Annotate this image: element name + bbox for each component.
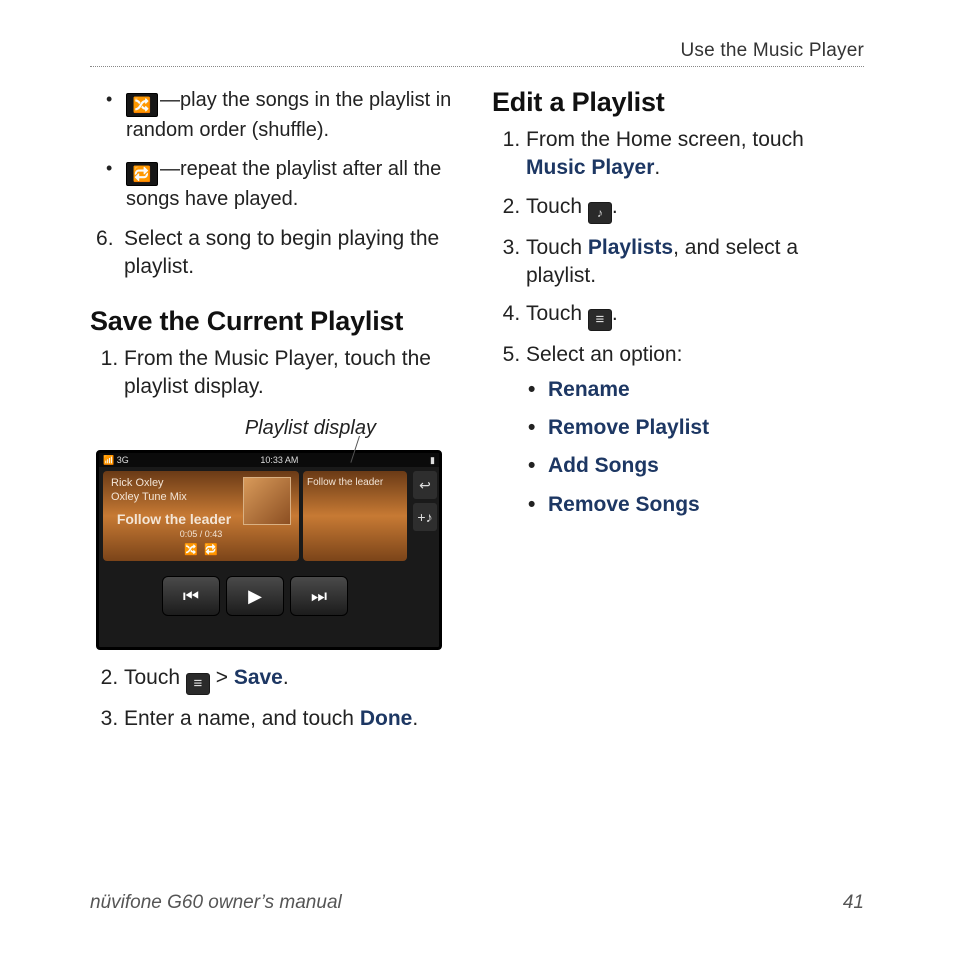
playlist-display-panel: Follow the leader — [303, 471, 407, 561]
step-6: Select a song to begin playing the playl… — [124, 225, 462, 282]
shuffle-desc: —play the songs in the playlist in rando… — [126, 89, 451, 141]
opt-add-songs: Add Songs — [548, 454, 659, 477]
prev-button[interactable]: ⏮ — [162, 576, 220, 616]
save2-mid: > — [210, 666, 234, 689]
left-column: —play the songs in the playlist in rando… — [90, 87, 462, 750]
next-button[interactable]: ⏭ — [290, 576, 348, 616]
figure-leader-line — [90, 438, 462, 450]
mini-shuffle-icon: 🔀 — [184, 543, 198, 556]
shuffle-icon — [126, 93, 158, 117]
back-icon[interactable]: ↩ — [413, 471, 437, 499]
footer-manual-title: nüvifone G60 owner’s manual — [90, 892, 342, 914]
edit-step-3: Touch Playlists, and select a playlist. — [526, 234, 864, 291]
player-mini-icons: 🔀🔁 — [111, 543, 291, 556]
opt-rename: Rename — [548, 378, 630, 401]
repeat-desc: —repeat the playlist after all the songs… — [126, 158, 441, 210]
footer-page-number: 41 — [843, 892, 864, 914]
figure-playlist-display: Playlist display 📶 3G 10:33 AM ▮ — [90, 417, 462, 650]
opt-remove-playlist: Remove Playlist — [548, 416, 709, 439]
music-note-icon — [588, 202, 612, 224]
e4-end: . — [612, 302, 618, 325]
edit-step-5: Select an option: Rename Remove Playlist… — [526, 341, 864, 519]
edit-playlist-steps: From the Home screen, touch Music Player… — [492, 126, 864, 519]
menu-icon-2 — [588, 309, 612, 331]
save-link: Save — [234, 666, 283, 689]
e1-end: . — [654, 156, 660, 179]
device-statusbar: 📶 3G 10:33 AM ▮ — [99, 453, 439, 467]
player-left-panel: Rick Oxley Oxley Tune Mix Follow the lea… — [103, 471, 299, 561]
playlists-link: Playlists — [588, 236, 673, 259]
add-song-icon[interactable]: +♪ — [413, 503, 437, 531]
save-step-2: Touch > Save. — [124, 664, 462, 695]
music-player-link: Music Player — [526, 156, 654, 179]
page-footer: nüvifone G60 owner’s manual 41 — [90, 892, 864, 914]
player-row: Rick Oxley Oxley Tune Mix Follow the lea… — [99, 467, 411, 563]
e5-text: Select an option: — [526, 343, 682, 366]
edit-options: Rename Remove Playlist Add Songs Remove … — [526, 376, 864, 519]
heading-save-playlist: Save the Current Playlist — [90, 306, 462, 337]
save-step-1: From the Music Player, touch the playlis… — [124, 345, 462, 402]
shuffle-bullet: —play the songs in the playlist in rando… — [126, 87, 462, 144]
repeat-icon — [126, 162, 158, 186]
save3-pre: Enter a name, and touch — [124, 707, 360, 730]
repeat-bullet: —repeat the playlist after all the songs… — [126, 156, 462, 213]
edit-step-4: Touch . — [526, 300, 864, 331]
save2-end: . — [283, 666, 289, 689]
album-art — [243, 477, 291, 525]
steps-continuation: Select a song to begin playing the playl… — [90, 225, 462, 282]
menu-icon — [186, 673, 210, 695]
save2-pre: Touch — [124, 666, 186, 689]
signal-text: 📶 3G — [103, 453, 129, 467]
save-playlist-steps: From the Music Player, touch the playlis… — [90, 345, 462, 402]
statusbar-battery: ▮ — [430, 453, 435, 467]
save3-end: . — [412, 707, 418, 730]
device-screenshot: 📶 3G 10:33 AM ▮ Rick Oxley Oxley Tune Mi… — [96, 450, 442, 650]
save-step-3: Enter a name, and touch Done. — [124, 705, 462, 733]
e3-pre: Touch — [526, 236, 588, 259]
e4-pre: Touch — [526, 302, 588, 325]
running-head: Use the Music Player — [90, 40, 864, 67]
icon-bullet-list: —play the songs in the playlist in rando… — [90, 87, 462, 213]
player-controls: ⏮ ▶ ⏭ — [99, 563, 411, 631]
done-link: Done — [360, 707, 413, 730]
player-elapsed: 0:05 / 0:43 — [111, 529, 291, 539]
playlist-display-title: Follow the leader — [307, 477, 383, 488]
save-playlist-steps-cont: Touch > Save. Enter a name, and touch Do… — [90, 664, 462, 733]
edit-step-2: Touch . — [526, 193, 864, 224]
edit-step-1: From the Home screen, touch Music Player… — [526, 126, 864, 183]
heading-edit-playlist: Edit a Playlist — [492, 87, 864, 118]
play-button[interactable]: ▶ — [226, 576, 284, 616]
e2-end: . — [612, 195, 618, 218]
e1-pre: From the Home screen, touch — [526, 128, 804, 151]
opt-remove-songs: Remove Songs — [548, 493, 700, 516]
e2-pre: Touch — [526, 195, 588, 218]
right-column: Edit a Playlist From the Home screen, to… — [492, 87, 864, 750]
figure-caption: Playlist display — [90, 417, 462, 440]
statusbar-time: 10:33 AM — [260, 453, 298, 467]
mini-repeat-icon: 🔁 — [204, 543, 218, 556]
device-side-icons: ↩ +♪ — [411, 467, 439, 631]
